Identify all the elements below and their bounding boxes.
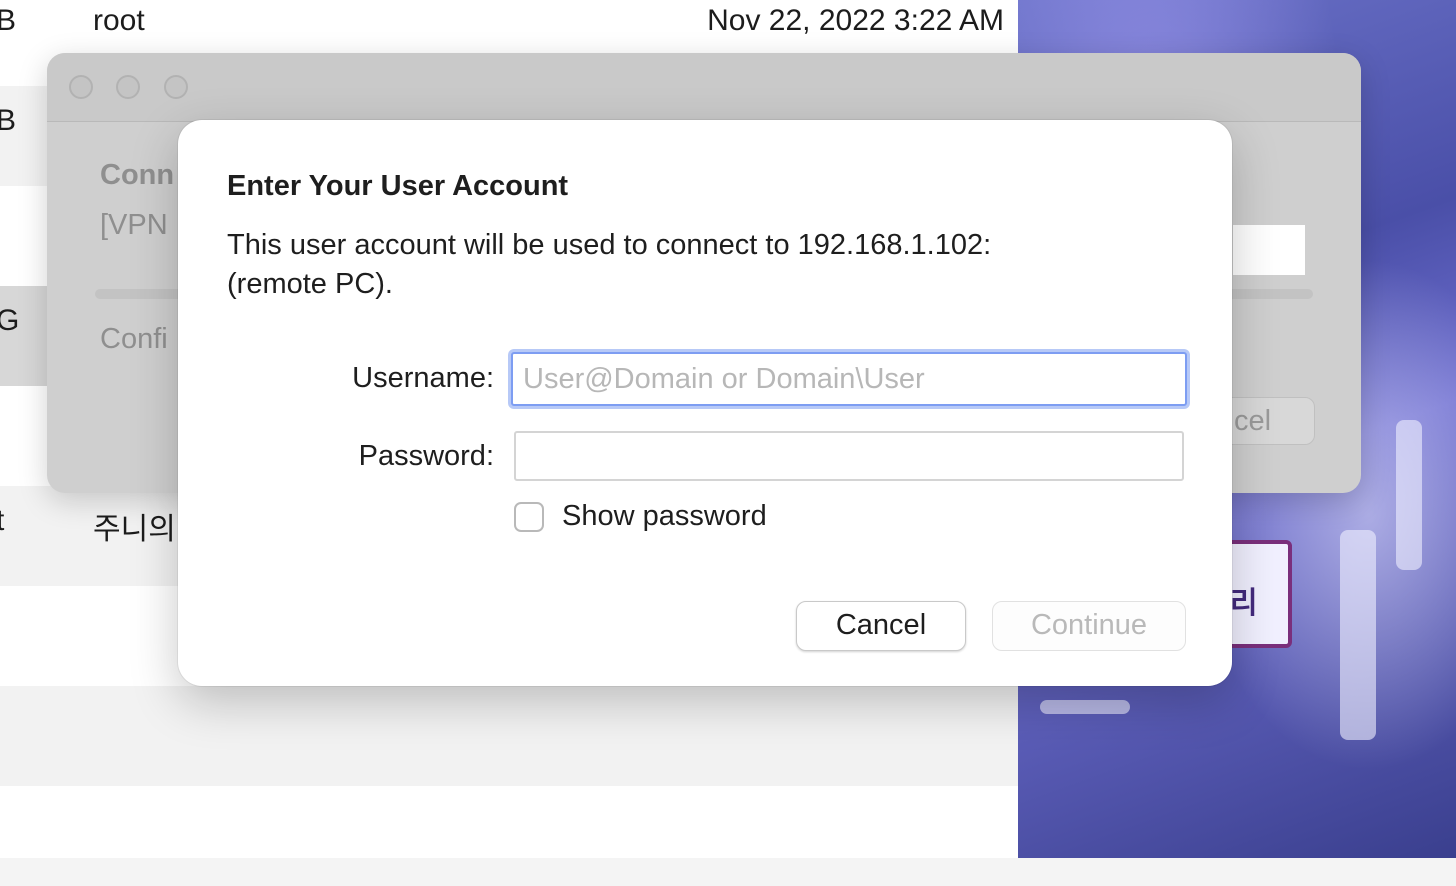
dialog-title: Enter Your User Account [227,170,569,202]
parent-white-box [1233,225,1305,275]
row-size-fragment: B [0,104,17,137]
minimize-window-icon[interactable] [116,75,140,99]
parent-config-text: Confi [100,323,168,355]
dialog-message: This user account will be used to connec… [227,226,1127,304]
list-row[interactable] [0,786,1018,886]
parent-heading: Conn [100,159,175,191]
row-owner: root [93,4,145,37]
row-size-fragment: G [0,304,20,337]
wallpaper-detail [1396,420,1422,570]
row-kind-fragment: t [0,504,5,537]
dialog-message-line-1: This user account will be used to connec… [227,229,992,261]
wallpaper-sign-text: 리 [1230,587,1258,620]
wallpaper-detail [1040,700,1130,714]
continue-button[interactable]: Continue [992,601,1186,651]
user-account-dialog: Enter Your User Account This user accoun… [178,120,1232,686]
show-password-label[interactable]: Show password [562,500,767,533]
row-owner: 주니의. [93,513,185,546]
wallpaper-detail [1340,530,1376,740]
list-row[interactable] [0,686,1018,786]
parent-vpn-text: [VPN [100,209,168,241]
password-label: Password: [358,440,494,472]
username-label: Username: [352,362,494,394]
username-input[interactable] [511,352,1187,406]
close-window-icon[interactable] [69,75,93,99]
parent-button-label: cel [1234,405,1272,437]
password-input[interactable] [514,431,1184,481]
parent-window-titlebar [47,53,1361,122]
zoom-window-icon[interactable] [164,75,188,99]
cancel-button[interactable]: Cancel [796,601,966,651]
row-date: Nov 22, 2022 3:22 AM [707,4,1004,37]
row-size-fragment: B [0,4,17,37]
show-password-checkbox[interactable] [514,502,544,532]
dialog-message-line-2: (remote PC). [227,268,393,300]
